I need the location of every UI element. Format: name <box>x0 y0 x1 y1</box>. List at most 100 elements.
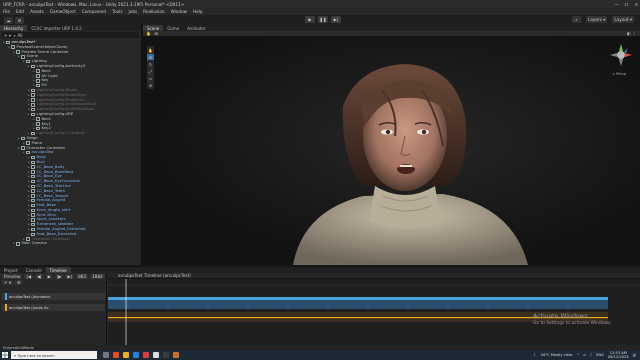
file-explorer-icon[interactable] <box>123 352 129 358</box>
tab-game[interactable]: Game <box>163 25 183 31</box>
scale-icon[interactable]: ⤢ <box>147 68 154 74</box>
gameobject-icon <box>31 112 35 117</box>
gameobject-icon <box>31 189 35 193</box>
app-icon-4[interactable] <box>173 352 179 358</box>
step-icon: ▶| <box>333 17 339 22</box>
timeline-track[interactable]: arculipsTest (Audio So <box>2 304 105 311</box>
hierarchy-row[interactable]: ▸ Main Camera <box>0 241 141 246</box>
gameobject-icon <box>31 194 35 198</box>
account-button[interactable]: ☁ <box>4 16 13 24</box>
gameobject-icon <box>16 242 20 246</box>
collab-icon: ⚙ <box>17 17 22 23</box>
persp-label[interactable]: < Persp <box>612 72 626 76</box>
gameobject-icon <box>31 184 35 189</box>
gameobject-icon <box>21 146 25 150</box>
network-icon[interactable]: ⌂ <box>584 353 586 357</box>
search-button[interactable]: ⌕ <box>572 16 582 23</box>
next-frame-icon[interactable]: |▶ <box>54 273 64 279</box>
pause-icon: ❚❚ <box>319 17 327 22</box>
app-icon-1[interactable] <box>113 352 119 358</box>
orientation-gizmo-icon[interactable] <box>608 42 634 68</box>
timeline-title: arculipsTest Timeline (arculipsTest) <box>118 273 191 278</box>
rotate-icon[interactable]: ↻ <box>147 61 154 67</box>
gameobject-icon <box>31 227 35 232</box>
notifications-icon[interactable]: ▤ <box>633 353 636 357</box>
first-frame-icon[interactable]: |◀ <box>24 273 33 279</box>
collab-button[interactable]: ⚙ <box>15 16 24 24</box>
tab-hierarchy[interactable]: Hierarchy <box>0 25 28 31</box>
maximize-icon[interactable]: ☐ <box>625 2 629 7</box>
preview-button[interactable]: Preview <box>2 273 23 279</box>
menu-item-tools[interactable]: Tools <box>112 9 122 14</box>
menu-item-edit[interactable]: Edit <box>16 9 24 14</box>
activate-title: Activate Windows <box>533 313 588 320</box>
move-icon[interactable]: ✥ <box>147 54 154 60</box>
gameobject-icon <box>31 213 35 217</box>
gameobject-icon <box>26 59 30 64</box>
tab-cc-importer[interactable]: CC/iC Importer URP 1.4.2 <box>27 25 85 31</box>
cloud-icon: ☁ <box>6 17 11 23</box>
frame-field[interactable]: 882 <box>76 273 89 279</box>
toolbar-right: ⌕ Layers ▾ Layout ▾ <box>572 16 636 23</box>
timeline-ruler[interactable]: arculipsTest Timeline (arculipsTest) <box>108 273 640 279</box>
search-icon: ⌕ <box>13 32 16 38</box>
edge-icon[interactable] <box>133 352 139 358</box>
gameobject-icon <box>31 165 35 169</box>
gameobject-icon <box>31 160 35 165</box>
menu-item-component[interactable]: Component <box>82 9 106 14</box>
start-button[interactable] <box>0 350 10 360</box>
gameobject-icon <box>31 218 35 222</box>
tray-chevron-icon[interactable]: ^ <box>577 353 580 357</box>
track-color-stripe <box>5 293 7 300</box>
menu-item-file[interactable]: File <box>3 9 10 14</box>
scene-viewport[interactable]: ✋ ✥ ↻ ⤢ ▭ ⊕ < Persp <box>143 36 640 265</box>
weather-icon: ☾ <box>533 353 537 357</box>
close-icon[interactable]: ✕ <box>634 2 638 7</box>
play-timeline-icon[interactable]: ▶ <box>45 273 53 279</box>
weather-text[interactable]: 26°C Mostly clear <box>541 353 573 357</box>
timeline-clips-area[interactable]: arculipsTest Timeline (arculipsTest) <box>108 273 640 346</box>
menu-item-gameobject[interactable]: GameObject <box>50 9 76 14</box>
gameobject-icon <box>31 174 35 179</box>
menu-item-window[interactable]: Window <box>171 9 188 14</box>
language-indicator[interactable]: ENG <box>596 353 604 357</box>
minimize-icon[interactable]: — <box>615 2 619 7</box>
tab-animator[interactable]: Animator <box>183 25 209 31</box>
app-icon-3[interactable] <box>163 352 169 358</box>
menu-item-help[interactable]: Help <box>193 9 203 14</box>
activate-subtitle: Go to Settings to activate Windows. <box>533 321 612 326</box>
taskbar-search-input[interactable]: ⌕ Type here to search <box>11 351 97 359</box>
gameobject-icon <box>36 122 40 126</box>
hierarchy-search-input[interactable]: + ▾ ⌕ All <box>2 32 139 38</box>
play-button[interactable]: ▶ <box>305 16 315 23</box>
hand-icon[interactable]: ✋ <box>147 47 154 53</box>
clock[interactable]: 12:53 AM 06/12/2023 <box>608 351 629 359</box>
layers-dropdown[interactable]: Layers ▾ <box>586 16 608 23</box>
app-icon-2[interactable] <box>143 352 149 358</box>
windows-logo-icon <box>2 352 8 358</box>
unity-icon[interactable] <box>153 352 159 358</box>
frame-field-2[interactable]: 1884 <box>90 273 105 279</box>
gameobject-icon <box>26 150 30 155</box>
add-track-icon[interactable]: + ▾ <box>2 279 13 285</box>
step-button[interactable]: ▶| <box>331 16 341 23</box>
task-view-icon[interactable] <box>103 352 109 358</box>
character-render <box>293 64 528 265</box>
timeline-track[interactable]: arculipsTest (Animator) <box>2 293 105 300</box>
rect-icon[interactable]: ▭ <box>147 75 154 81</box>
bottom-panel: Project Console Timeline Preview |◀ ◀| ▶ |… <box>0 266 640 346</box>
menu-item-assets[interactable]: Assets <box>30 9 44 14</box>
transform-icon[interactable]: ⊕ <box>147 82 154 88</box>
menu-item-reallusion[interactable]: Reallusion <box>143 9 164 14</box>
last-frame-icon[interactable]: ▶| <box>65 273 75 279</box>
layout-dropdown[interactable]: Layout ▾ <box>612 16 634 23</box>
add-icon[interactable]: + ▾ <box>4 33 11 38</box>
menu-item-jobs[interactable]: Jobs <box>129 9 138 14</box>
prev-frame-icon[interactable]: ◀| <box>34 273 44 279</box>
pause-button[interactable]: ❚❚ <box>318 16 328 23</box>
gameobject-icon <box>31 170 35 174</box>
gameobject-icon <box>31 222 35 227</box>
hierarchy-panel: Hierarchy CC/iC Importer URP 1.4.2 + ▾ ⌕… <box>0 25 142 265</box>
timeline-settings-icon[interactable]: ⚙ <box>14 279 23 285</box>
volume-icon[interactable]: ♪ <box>590 353 592 357</box>
